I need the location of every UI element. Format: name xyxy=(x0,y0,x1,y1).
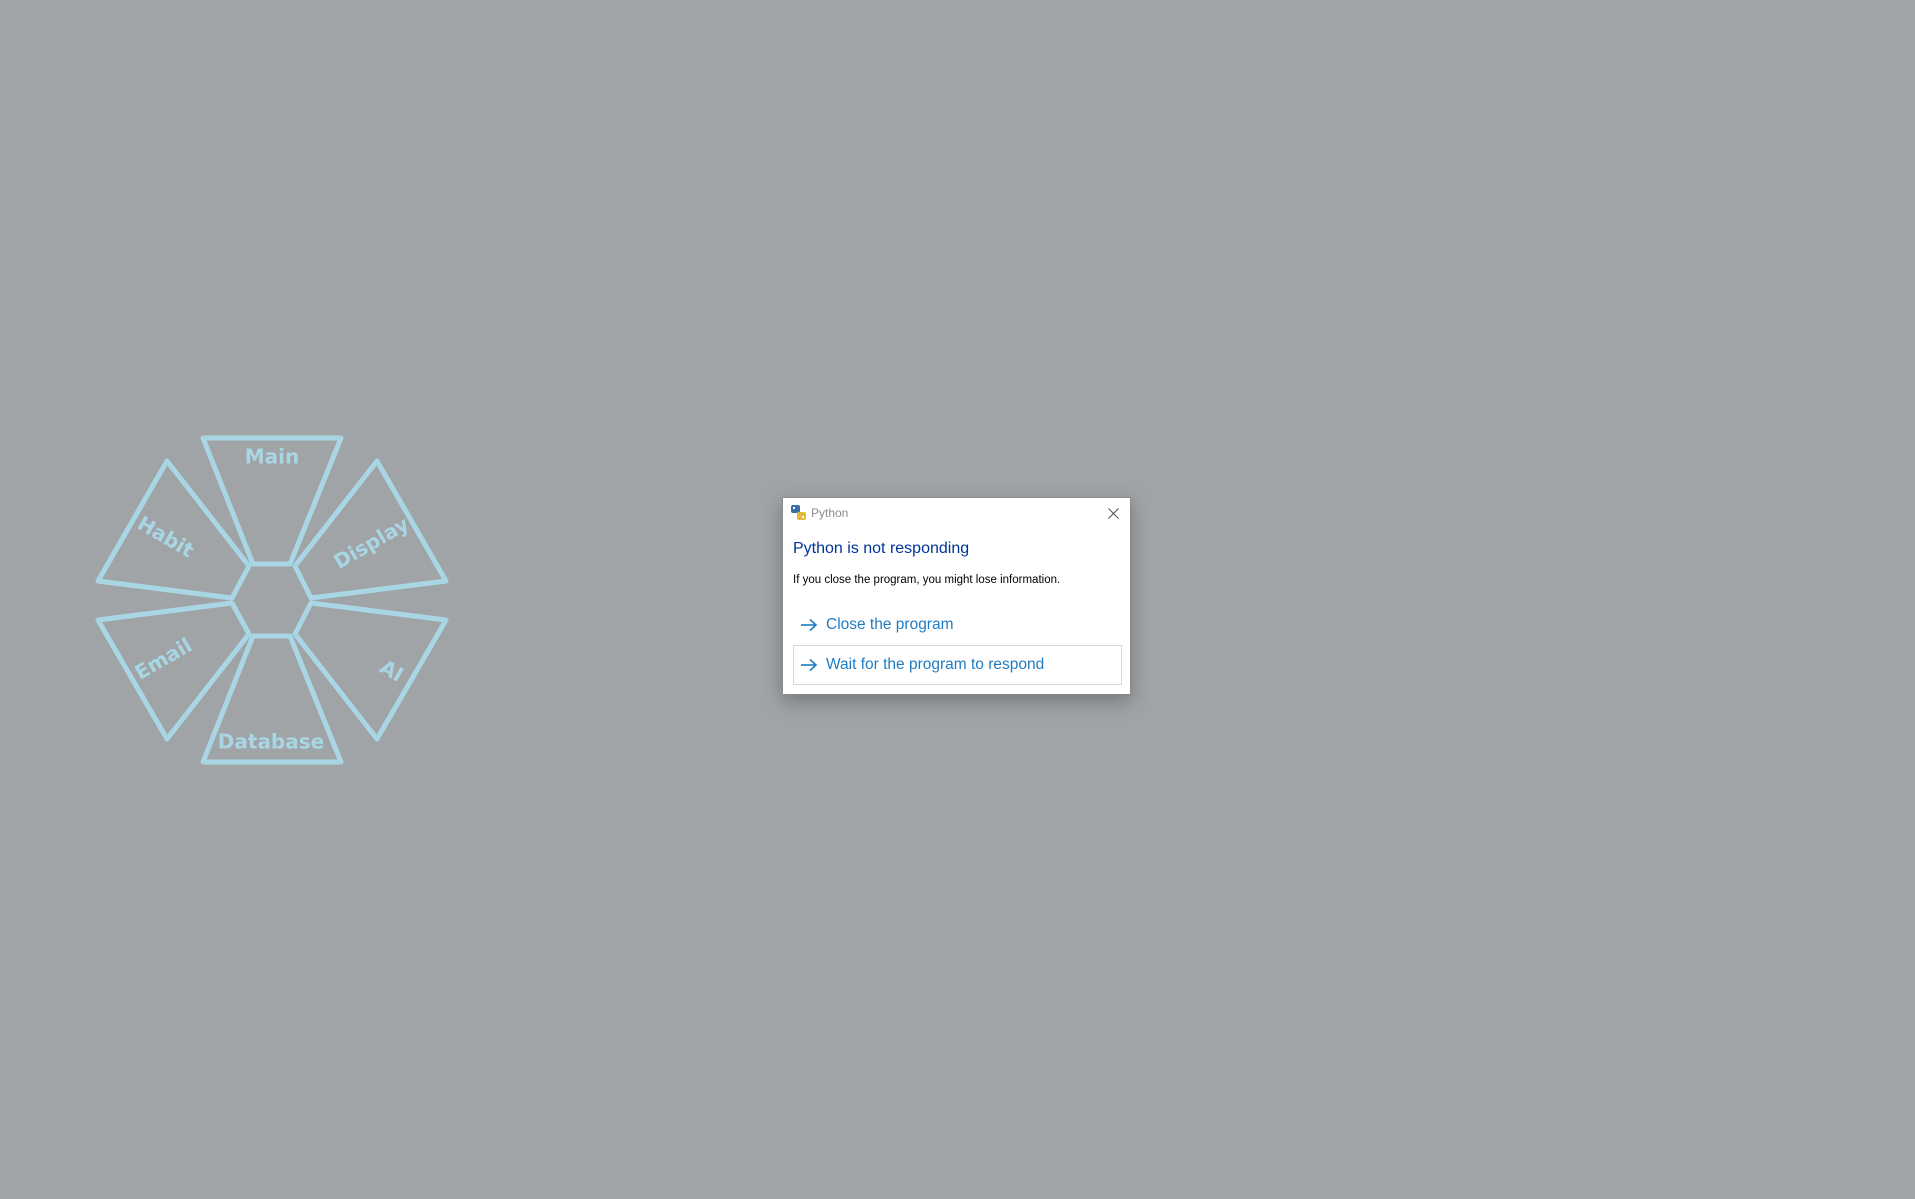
radial-segment-main[interactable]: Main xyxy=(200,435,344,567)
radial-segment-ai-shape xyxy=(292,600,449,742)
python-icon xyxy=(791,505,806,520)
dialog-content: If you close the program, you might lose… xyxy=(793,574,1061,586)
radial-segment-habit-label: Habit xyxy=(133,511,198,562)
dialog-title: Python xyxy=(811,506,849,520)
radial-segment-email[interactable]: Email xyxy=(95,600,252,742)
radial-segment-display-label: Display xyxy=(330,512,413,574)
radial-segment-email-shape xyxy=(95,600,252,742)
close-icon[interactable] xyxy=(1100,500,1126,526)
radial-segment-main-label: Main xyxy=(245,445,300,469)
close-program-label: Close the program xyxy=(826,616,954,633)
radial-segment-display[interactable]: Display xyxy=(292,458,449,601)
radial-segment-habit[interactable]: Habit xyxy=(95,458,252,601)
main-instruction: Python is not responding xyxy=(793,540,970,557)
wait-for-program-label: Wait for the program to respond xyxy=(826,656,1045,673)
radial-segment-ai[interactable]: AI xyxy=(292,600,449,742)
dialog-titlebar[interactable]: Python xyxy=(783,498,1130,528)
arrow-right-icon xyxy=(801,658,818,672)
arrow-right-icon xyxy=(801,618,818,632)
radial-segment-database-label: Database xyxy=(218,730,324,754)
radial-segment-email-label: Email xyxy=(131,633,196,685)
wait-for-program-button[interactable]: Wait for the program to respond xyxy=(793,645,1122,685)
not-responding-dialog: Python Python is not responding If you c… xyxy=(782,497,1131,695)
close-program-button[interactable]: Close the program xyxy=(793,605,1122,645)
radial-segment-database[interactable]: Database xyxy=(200,633,344,765)
radial-segment-ai-label: AI xyxy=(376,655,408,687)
